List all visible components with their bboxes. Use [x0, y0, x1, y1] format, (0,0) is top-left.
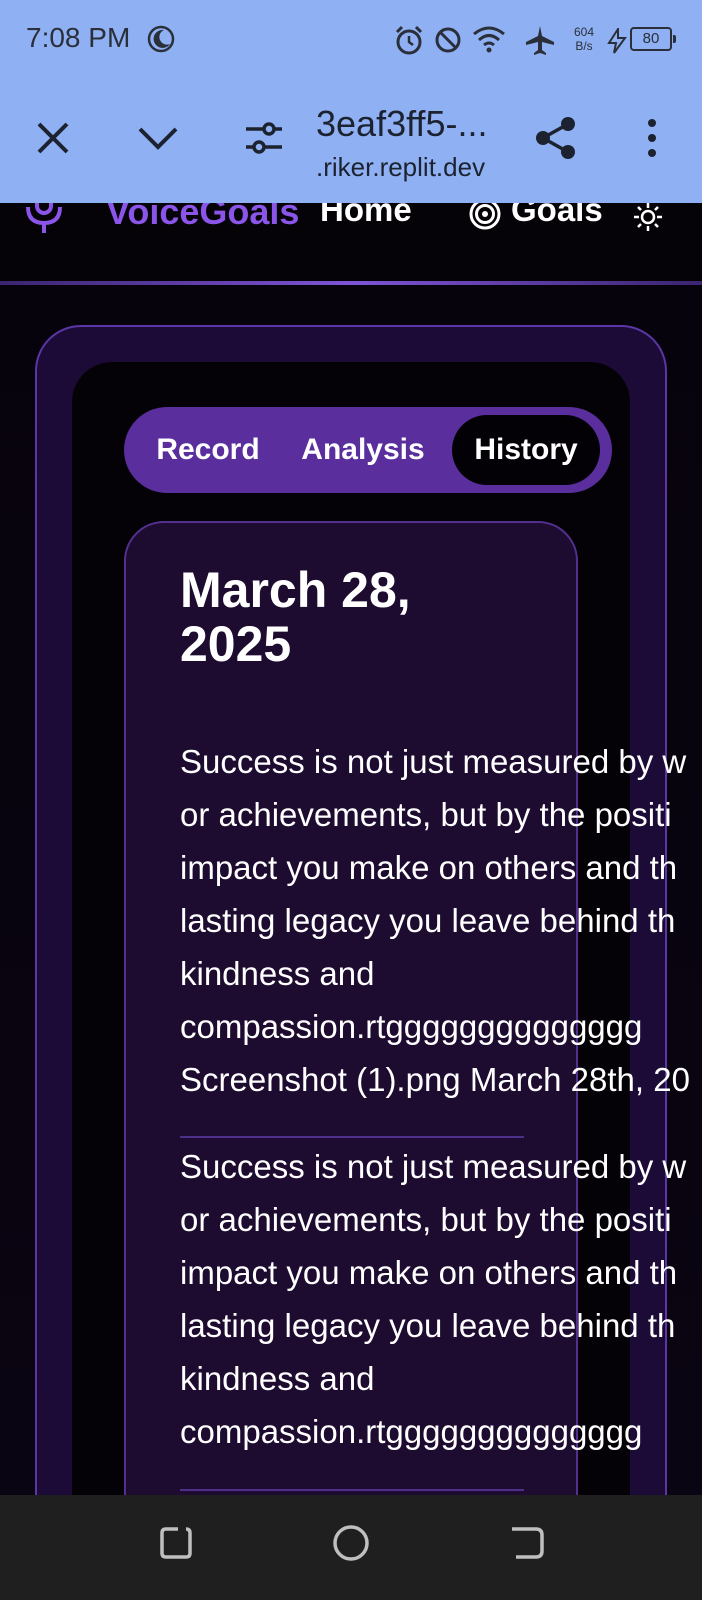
status-time: 7:08 PM: [26, 22, 131, 53]
entry-line: kindness and: [180, 955, 375, 992]
tab-record[interactable]: Record: [138, 415, 278, 485]
chevron-down-icon: [138, 127, 178, 150]
app-header: VoiceGoals Home Goals: [0, 203, 702, 285]
history-entry[interactable]: Success is not just measured by w or ach…: [180, 735, 702, 1106]
history-date-line1: March 28,: [180, 562, 411, 618]
main-content: Record Analysis History March 28, 2025 S…: [0, 285, 702, 1495]
site-settings-icon: [246, 122, 282, 154]
close-button[interactable]: [25, 110, 81, 166]
entry-line: compassion.rtgggggggggggggg: [180, 1008, 643, 1045]
entry-line: impact you make on others and th: [180, 849, 678, 886]
site-settings-button[interactable]: [236, 110, 292, 166]
share-button[interactable]: [528, 110, 584, 166]
network-speed: 604 B/s: [566, 25, 602, 53]
recents-icon[interactable]: [156, 1523, 196, 1563]
close-icon: [37, 122, 69, 154]
page-url[interactable]: .riker.replit.dev: [316, 152, 485, 183]
more-button[interactable]: [624, 110, 680, 166]
alarm-icon: [395, 25, 423, 55]
entry-line: Success is not just measured by w: [180, 743, 687, 780]
system-nav-bar: [0, 1495, 702, 1600]
more-icon: [648, 119, 656, 157]
tab-analysis[interactable]: Analysis: [288, 415, 438, 485]
microphone-icon: [26, 203, 62, 233]
entry-line: or achievements, but by the positi: [180, 1201, 672, 1238]
browser-chrome: 7:08 PM 604 B/s 80 3eaf3ff5-... .riker.r…: [0, 0, 702, 203]
home-icon[interactable]: [331, 1523, 371, 1563]
battery-icon: 80: [630, 27, 676, 51]
entry-line: Screenshot (1).png March 28th, 20: [180, 1061, 690, 1098]
entry-divider: [180, 1136, 524, 1138]
moon-icon: [147, 25, 175, 53]
do-not-disturb-icon: [435, 27, 461, 53]
brand-logo[interactable]: VoiceGoals: [106, 203, 299, 233]
network-speed-value: 604: [573, 25, 595, 39]
entry-line: lasting legacy you leave behind th: [180, 1307, 676, 1344]
tab-bar: Record Analysis History: [124, 407, 612, 493]
history-entry[interactable]: Success is not just measured by w or ach…: [180, 1140, 702, 1458]
history-date-line2: 2025: [180, 616, 292, 672]
entry-divider: [180, 1489, 524, 1491]
entry-line: compassion.rtgggggggggggggg: [180, 1413, 643, 1450]
sun-icon[interactable]: [632, 203, 664, 233]
entry-line: Success is not just measured by w: [180, 1148, 687, 1185]
entry-line: impact you make on others and th: [180, 1254, 678, 1291]
wifi-icon: [473, 26, 505, 53]
nav-home[interactable]: Home: [320, 203, 412, 229]
share-icon: [536, 117, 575, 159]
history-date: March 28, 2025: [180, 563, 520, 671]
entry-line: kindness and: [180, 1360, 375, 1397]
target-icon: [469, 203, 501, 230]
collapse-button[interactable]: [130, 110, 186, 166]
entry-line: lasting legacy you leave behind th: [180, 902, 676, 939]
entry-line: or achievements, but by the positi: [180, 796, 672, 833]
network-speed-unit: B/s: [575, 39, 593, 53]
nav-goals[interactable]: Goals: [511, 203, 603, 229]
charging-icon: [607, 28, 627, 54]
page-title[interactable]: 3eaf3ff5-...: [316, 103, 487, 145]
back-icon[interactable]: [508, 1523, 548, 1563]
tab-history[interactable]: History: [452, 415, 600, 485]
airplane-icon: [526, 26, 554, 55]
